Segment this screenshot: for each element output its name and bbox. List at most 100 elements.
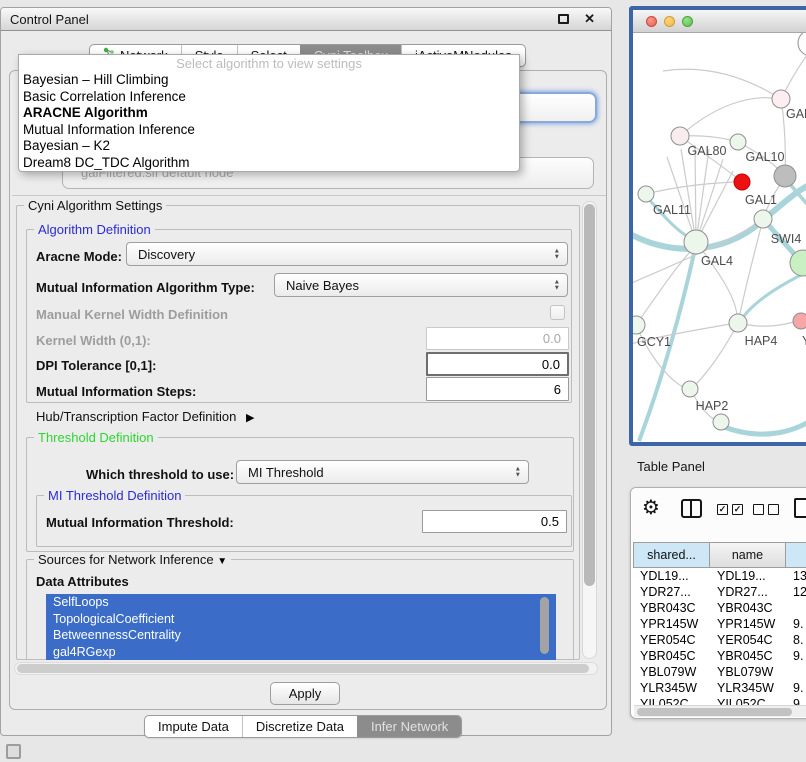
network-node[interactable]	[734, 174, 750, 190]
mi-steps-label: Mutual Information Steps:	[36, 384, 196, 399]
algorithm-option[interactable]: Bayesian – K2	[19, 138, 519, 155]
threshold-definition-title: Threshold Definition	[34, 430, 158, 445]
table-document-icon[interactable]	[794, 498, 806, 518]
tab-impute-data[interactable]: Impute Data	[145, 716, 242, 737]
columns-icon[interactable]	[681, 499, 702, 518]
data-attribute-item[interactable]: BetweennessCentrality	[46, 627, 556, 644]
algorithm-option[interactable]: Bayesian – Hill Climbing	[19, 72, 519, 89]
hub-definition-label: Hub/Transcription Factor Definition	[36, 409, 236, 424]
node-label: GCY1	[637, 335, 671, 349]
settings-horizontal-scrollbar[interactable]	[14, 662, 598, 675]
spinner-down-icon: ▼	[554, 285, 560, 291]
mi-steps-input[interactable]	[426, 377, 569, 401]
column-header[interactable]	[786, 542, 806, 568]
network-node-gal[interactable]	[772, 90, 790, 108]
close-window-icon[interactable]	[646, 16, 657, 27]
network-node-hap4[interactable]	[729, 314, 747, 332]
node-label: SWI4	[771, 232, 802, 246]
network-node-gal10[interactable]	[730, 134, 746, 150]
table-cell: YBL079W	[633, 664, 710, 680]
deselect-checkbox-icon[interactable]	[753, 504, 764, 515]
network-node-gcy1[interactable]	[633, 316, 645, 334]
dpi-tolerance-input[interactable]	[426, 352, 569, 376]
algorithm-definition-title: Algorithm Definition	[34, 222, 155, 237]
network-node-gal80[interactable]	[671, 127, 689, 145]
table-row[interactable]: YER054CYER054C8.	[633, 632, 806, 648]
network-node-gal11[interactable]	[638, 186, 654, 202]
node-label: GAL10	[746, 150, 785, 164]
data-attribute-item[interactable]: SelfLoops	[46, 594, 556, 611]
data-attributes-list[interactable]: SelfLoopsTopologicalCoefficientBetweenne…	[46, 594, 556, 660]
table-row[interactable]: YBL079WYBL079W	[633, 664, 806, 680]
spinner-arrows-icon: ▲▼	[515, 467, 521, 478]
cyni-bottom-tabs: Impute Data Discretize Data Infer Network	[144, 715, 462, 738]
minimize-window-icon[interactable]	[664, 16, 675, 27]
tab-label: Discretize Data	[256, 716, 344, 738]
deselect-checkbox-icon[interactable]	[768, 504, 779, 515]
network-view-window: GALGAL80GAL10GAL1GAL11SWI4GAL4GCY1HAP4YH…	[629, 6, 806, 446]
network-node-y[interactable]	[793, 313, 806, 329]
algorithm-option[interactable]: Basic Correlation Inference	[19, 89, 519, 106]
network-node-gal1[interactable]	[774, 165, 796, 187]
gear-icon[interactable]: ⚙	[642, 495, 660, 519]
table-horizontal-scrollbar[interactable]	[634, 705, 806, 717]
manual-kernel-label: Manual Kernel Width Definition	[36, 307, 228, 322]
table-cell: YBR045C	[710, 648, 786, 664]
select-all-checkbox-icon[interactable]: ✓	[732, 504, 743, 515]
data-attribute-item[interactable]: TopologicalCoefficient	[46, 611, 556, 628]
hub-definition-toggle[interactable]: Hub/Transcription Factor Definition ▶	[36, 409, 254, 424]
table-row[interactable]: YDR27...YDR27...12	[633, 584, 806, 600]
which-threshold-combo[interactable]: MI Threshold ▲▼	[236, 460, 529, 484]
network-node-gal4[interactable]	[684, 230, 708, 254]
table-row[interactable]: YBR045CYBR045C9.	[633, 648, 806, 664]
table-cell: 9.	[786, 616, 806, 632]
sources-title[interactable]: Sources for Network Inference ▼	[34, 552, 231, 569]
table-cell: YBL079W	[710, 664, 786, 680]
apply-button[interactable]: Apply	[270, 682, 340, 705]
aracne-mode-value: Discovery	[138, 247, 195, 262]
zoom-window-icon[interactable]	[682, 16, 693, 27]
column-header[interactable]: shared...	[633, 542, 710, 568]
algorithm-option[interactable]: Mutual Information Inference	[19, 122, 519, 139]
kernel-width-label: Kernel Width (0,1):	[36, 333, 151, 348]
select-all-checkbox-icon[interactable]: ✓	[717, 504, 728, 515]
network-node[interactable]	[713, 414, 729, 430]
mi-threshold-group-title: MI Threshold Definition	[44, 488, 185, 503]
node-label: GAL	[786, 107, 806, 121]
algorithm-option[interactable]: ARACNE Algorithm	[19, 105, 519, 122]
table-cell: YPR145W	[633, 616, 710, 632]
network-node-hap2[interactable]	[682, 381, 698, 397]
sources-title-text: Sources for Network Inference	[38, 552, 214, 567]
kernel-width-input[interactable]	[426, 327, 569, 350]
mi-threshold-input[interactable]	[422, 510, 567, 533]
network-node-swi4[interactable]	[754, 210, 772, 228]
table-cell: 13	[786, 568, 806, 584]
data-attribute-item[interactable]: gal4RGexp	[46, 644, 556, 661]
table-row[interactable]: YBR043CYBR043C	[633, 600, 806, 616]
table-row[interactable]: YDL19...YDL19...13	[633, 568, 806, 584]
aracne-mode-combo[interactable]: Discovery ▲▼	[126, 242, 568, 266]
algorithm-option[interactable]: Dream8 DC_TDC Algorithm	[19, 155, 519, 172]
manual-kernel-checkbox[interactable]	[550, 305, 565, 320]
table-row[interactable]: YPR145WYPR145W9.	[633, 616, 806, 632]
network-node[interactable]	[798, 33, 806, 56]
table-row[interactable]: YLR345WYLR345W9.	[633, 680, 806, 696]
close-icon[interactable]: ✕	[584, 11, 595, 27]
mi-type-combo[interactable]: Naive Bayes ▲▼	[274, 273, 568, 297]
table-cell: YIL052C	[710, 696, 786, 705]
mi-type-value: Naive Bayes	[286, 278, 359, 293]
tab-infer-network[interactable]: Infer Network	[357, 716, 461, 737]
node-label: HAP4	[745, 334, 778, 348]
collapse-closed-icon: ▶	[246, 412, 254, 424]
table-panel-window: ⚙ ✓ ✓ shared...name YDL19...YDL19...13YD…	[630, 487, 806, 719]
network-canvas[interactable]: GALGAL80GAL10GAL1GAL11SWI4GAL4GCY1HAP4YH…	[633, 33, 806, 442]
table-row[interactable]: YIL052CYIL052C9.	[633, 696, 806, 705]
tab-label: Impute Data	[158, 716, 229, 738]
aracne-mode-label: Aracne Mode:	[36, 249, 122, 264]
dock-panel-icon[interactable]	[6, 744, 21, 759]
attributes-scrollbar[interactable]	[539, 596, 551, 657]
column-header[interactable]: name	[710, 542, 786, 568]
settings-vertical-scrollbar[interactable]	[582, 201, 597, 659]
tab-discretize-data[interactable]: Discretize Data	[242, 716, 357, 737]
float-panel-icon[interactable]	[558, 14, 569, 24]
